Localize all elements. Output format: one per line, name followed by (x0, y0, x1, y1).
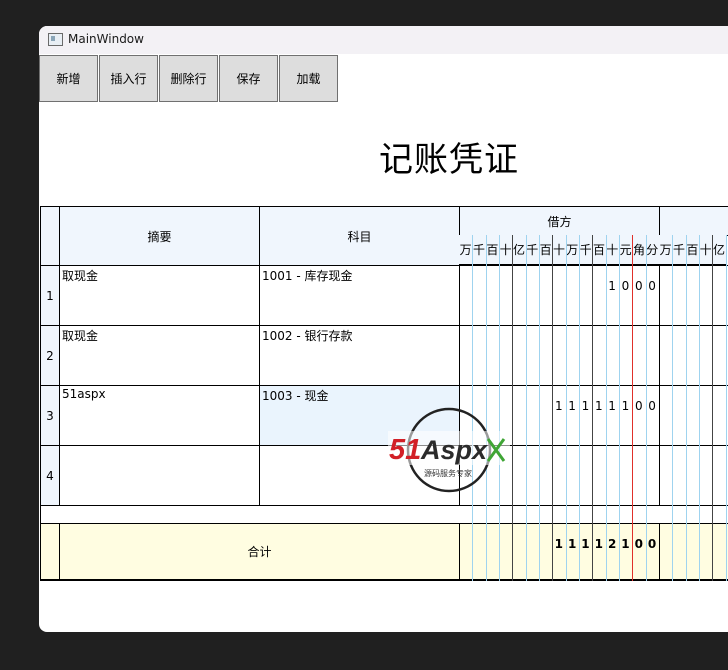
debit-digit-divider (632, 235, 634, 581)
amount-digit: 0 (648, 399, 656, 413)
insert-row-button[interactable]: 插入行 (99, 55, 158, 102)
main-window: MainWindow 新增 插入行 删除行 保存 加载 记账凭证 摘要 科目 借方万… (39, 26, 728, 632)
credit-amount-cell[interactable] (659, 265, 728, 326)
total-amount-digit: 1 (621, 537, 630, 551)
total-credit-cell (659, 523, 728, 581)
debit-unit-header: 百 (485, 235, 499, 265)
load-button[interactable]: 加载 (279, 55, 338, 102)
total-amount-digit: 1 (581, 537, 590, 551)
svg-text:源码服务专家: 源码服务专家 (424, 468, 472, 478)
total-amount-digit: 1 (567, 537, 577, 551)
debit-unit-header: 千 (578, 235, 593, 265)
row-number-header (40, 206, 60, 266)
summary-cell[interactable]: 取现金 (59, 325, 260, 386)
amount-digit: 0 (648, 279, 656, 293)
delete-row-button[interactable]: 删除行 (159, 55, 218, 102)
total-amount-digit: 2 (607, 537, 617, 551)
svg-text:Aspx: Aspx (420, 435, 488, 465)
amount-digit: 0 (634, 399, 643, 413)
summary-cell[interactable] (59, 445, 260, 506)
add-button[interactable]: 新增 (39, 55, 98, 102)
credit-amount-cell[interactable] (659, 325, 728, 386)
amount-digit: 1 (608, 399, 616, 413)
total-amount-digit: 1 (594, 537, 603, 551)
summary-cell[interactable]: 取现金 (59, 265, 260, 326)
total-amount-digit: 1 (554, 537, 563, 551)
debit-column-header: 借方 (459, 206, 660, 236)
subject-cell[interactable]: 1002 - 银行存款 (259, 325, 460, 386)
debit-unit-header: 万 (565, 235, 579, 265)
credit-unit-header: 百 (685, 235, 699, 265)
subject-column-header: 科目 (259, 206, 460, 266)
credit-digit-divider (672, 235, 674, 581)
debit-unit-header: 角 (632, 235, 646, 265)
debit-digit-divider (512, 235, 514, 581)
debit-digit-divider (552, 235, 554, 581)
summary-cell[interactable]: 51aspx (59, 385, 260, 446)
debit-unit-header: 百 (538, 235, 553, 265)
total-label: 合计 (59, 523, 460, 581)
debit-unit-header: 十 (605, 235, 619, 265)
total-amount-digit: 0 (647, 537, 657, 551)
credit-digit-divider (725, 235, 727, 581)
credit-unit-header: 万 (659, 235, 673, 265)
amount-digit: 0 (621, 279, 630, 293)
debit-unit-header: 千 (525, 235, 539, 265)
row-number[interactable]: 3 (40, 385, 60, 446)
title-bar: MainWindow (39, 26, 728, 54)
debit-unit-header: 亿 (512, 235, 526, 265)
credit-unit-header: 亿 (712, 235, 726, 265)
debit-amount-cell[interactable] (459, 265, 660, 326)
app-window-icon (48, 33, 63, 46)
credit-digit-divider (698, 235, 700, 581)
total-debit-cell (459, 523, 660, 581)
debit-unit-header: 十 (498, 235, 513, 265)
amount-digit: 1 (621, 399, 630, 413)
debit-digit-divider (618, 235, 620, 581)
credit-column-header (659, 206, 728, 236)
voucher-title: 记账凭证 (379, 140, 519, 180)
debit-digit-divider (538, 235, 540, 581)
debit-unit-header: 元 (618, 235, 633, 265)
amount-digit: 1 (581, 399, 590, 413)
credit-digit-divider (685, 235, 687, 581)
debit-unit-header: 十 (552, 235, 566, 265)
save-button[interactable]: 保存 (219, 55, 278, 102)
window-title: MainWindow (68, 32, 144, 46)
debit-amount-cell[interactable] (459, 325, 660, 386)
debit-digit-divider (525, 235, 527, 581)
row-number[interactable]: 2 (40, 325, 60, 386)
toolbar: 新增 插入行 删除行 保存 加载 (39, 55, 339, 104)
debit-unit-header: 千 (472, 235, 486, 265)
credit-digit-divider (712, 235, 714, 581)
total-amount-digit: 0 (634, 537, 643, 551)
debit-digit-divider (578, 235, 580, 581)
debit-unit-header: 百 (592, 235, 606, 265)
table-spacer (40, 505, 728, 524)
amount-digit: 0 (634, 279, 643, 293)
row-number[interactable]: 4 (40, 445, 60, 506)
credit-amount-cell[interactable] (659, 385, 728, 446)
total-row-number (40, 523, 60, 581)
amount-digit: 1 (554, 399, 563, 413)
debit-digit-divider (645, 235, 647, 581)
watermark-logo: 51 Aspx 源码服务专家 (388, 407, 510, 493)
debit-unit-header: 万 (459, 235, 473, 265)
svg-text:51: 51 (389, 434, 421, 466)
amount-digit: 1 (608, 279, 616, 293)
debit-digit-divider (565, 235, 567, 581)
subject-cell[interactable]: 1001 - 库存现金 (259, 265, 460, 326)
debit-digit-divider (605, 235, 607, 581)
amount-digit: 1 (568, 399, 576, 413)
debit-digit-divider (592, 235, 594, 581)
credit-amount-cell[interactable] (659, 445, 728, 506)
summary-column-header: 摘要 (59, 206, 260, 266)
debit-unit-header: 分 (645, 235, 659, 265)
row-number[interactable]: 1 (40, 265, 60, 326)
credit-unit-header: 千 (672, 235, 686, 265)
amount-digit: 1 (594, 399, 603, 413)
credit-unit-header: 十 (698, 235, 713, 265)
